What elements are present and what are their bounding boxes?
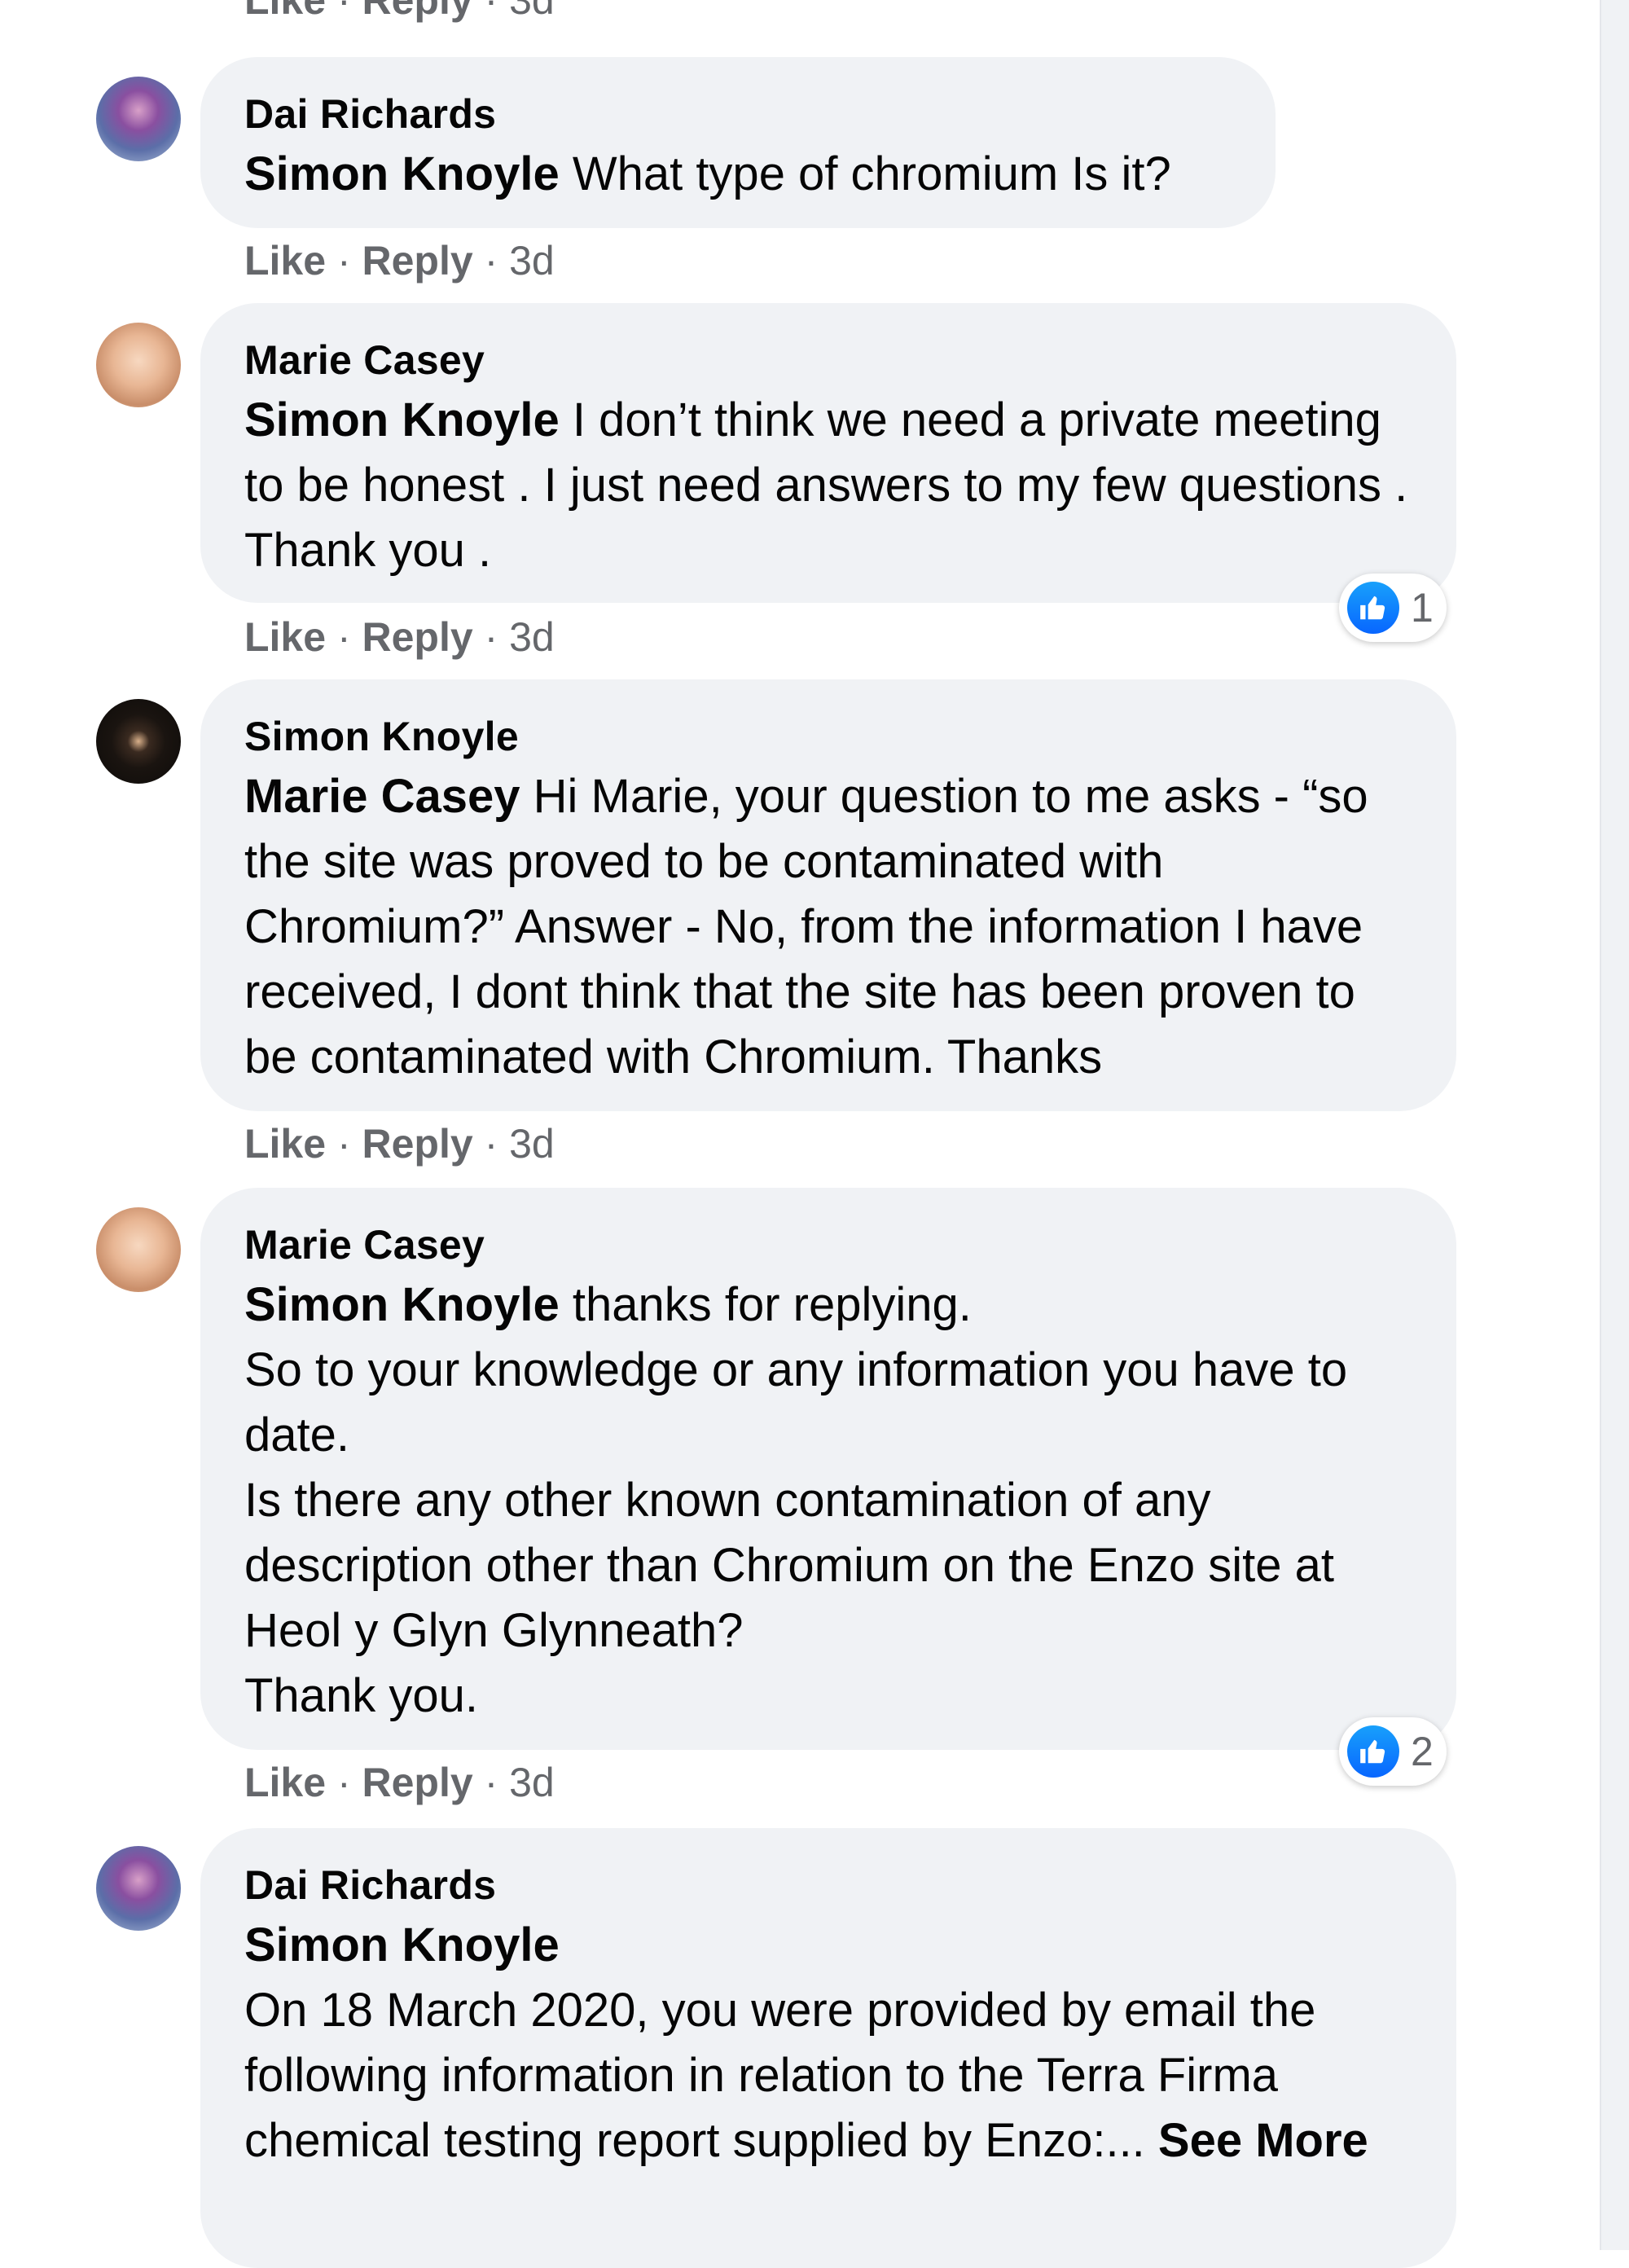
page-scrollbar[interactable] [1600, 0, 1629, 2250]
like-link[interactable]: Like [244, 614, 326, 660]
reply-link[interactable]: Reply [362, 238, 473, 284]
comment-text: Simon Knoyle thanks for replying. So to … [244, 1272, 1414, 1729]
comment-author[interactable]: Dai Richards [244, 93, 1233, 135]
comment-body: What type of chromium Is it? [559, 147, 1171, 200]
mention-link[interactable]: Marie Casey [244, 770, 520, 823]
comment-bubble: Dai Richards Simon Knoyle On 18 March 20… [200, 1828, 1456, 2268]
reply-link[interactable]: Reply [362, 1760, 473, 1805]
mention-link[interactable]: Simon Knoyle [244, 1919, 560, 1971]
comment-author[interactable]: Marie Casey [244, 339, 1414, 381]
comment-author[interactable]: Dai Richards [244, 1864, 1414, 1906]
like-link[interactable]: Like [244, 1121, 326, 1167]
thumbs-up-icon [1347, 1725, 1399, 1778]
comment-text: Simon Knoyle On 18 March 2020, you were … [244, 1913, 1414, 2174]
avatar[interactable] [96, 1207, 181, 1292]
comment-body: thanks for replying. So to your knowledg… [244, 1278, 1348, 1722]
reaction-count: 2 [1411, 1729, 1434, 1774]
comment-actions: Like · Reply · 3d [244, 238, 555, 284]
mention-link[interactable]: Simon Knoyle [244, 1278, 560, 1331]
reply-link[interactable]: Reply [362, 0, 473, 23]
like-link[interactable]: Like [244, 238, 326, 284]
comment-bubble: Marie Casey Simon Knoyle I don’t think w… [200, 303, 1456, 603]
comment-author[interactable]: Simon Knoyle [244, 715, 1414, 758]
avatar[interactable] [96, 323, 181, 407]
like-link[interactable]: Like [244, 0, 326, 23]
mention-link[interactable]: Simon Knoyle [244, 393, 560, 446]
timestamp: 3d [509, 1121, 555, 1167]
timestamp: 3d [509, 238, 555, 284]
timestamp: 3d [509, 1760, 555, 1805]
comment-actions: Like · Reply · 3d [244, 1121, 555, 1167]
avatar[interactable] [96, 77, 181, 161]
see-more-link[interactable]: See More [1158, 2114, 1368, 2167]
thumbs-up-icon [1347, 582, 1399, 634]
comment-text: Simon Knoyle I don’t think we need a pri… [244, 388, 1414, 583]
comment-body: On 18 March 2020, you were provided by e… [244, 1984, 1316, 2167]
like-link[interactable]: Like [244, 1760, 326, 1805]
comment-actions: Like · Reply · 3d [244, 614, 555, 660]
comment-text: Simon Knoyle What type of chromium Is it… [244, 142, 1233, 207]
comment-text: Marie Casey Hi Marie, your question to m… [244, 764, 1414, 1090]
comment-bubble: Marie Casey Simon Knoyle thanks for repl… [200, 1188, 1456, 1750]
reaction-count: 1 [1411, 585, 1434, 631]
avatar[interactable] [96, 699, 181, 784]
comment-actions-top: Like · Reply · 3d [244, 0, 555, 23]
comment-bubble: Dai Richards Simon Knoyle What type of c… [200, 57, 1276, 228]
mention-link[interactable]: Simon Knoyle [244, 147, 560, 200]
timestamp: 3d [509, 614, 555, 660]
avatar[interactable] [96, 1846, 181, 1931]
reply-link[interactable]: Reply [362, 614, 473, 660]
reply-link[interactable]: Reply [362, 1121, 473, 1167]
comment-author[interactable]: Marie Casey [244, 1224, 1414, 1266]
comment-bubble: Simon Knoyle Marie Casey Hi Marie, your … [200, 679, 1456, 1111]
comment-actions: Like · Reply · 3d [244, 1760, 555, 1805]
reaction-badge[interactable]: 2 [1339, 1717, 1447, 1786]
reaction-badge[interactable]: 1 [1339, 574, 1447, 642]
timestamp: 3d [509, 0, 555, 23]
